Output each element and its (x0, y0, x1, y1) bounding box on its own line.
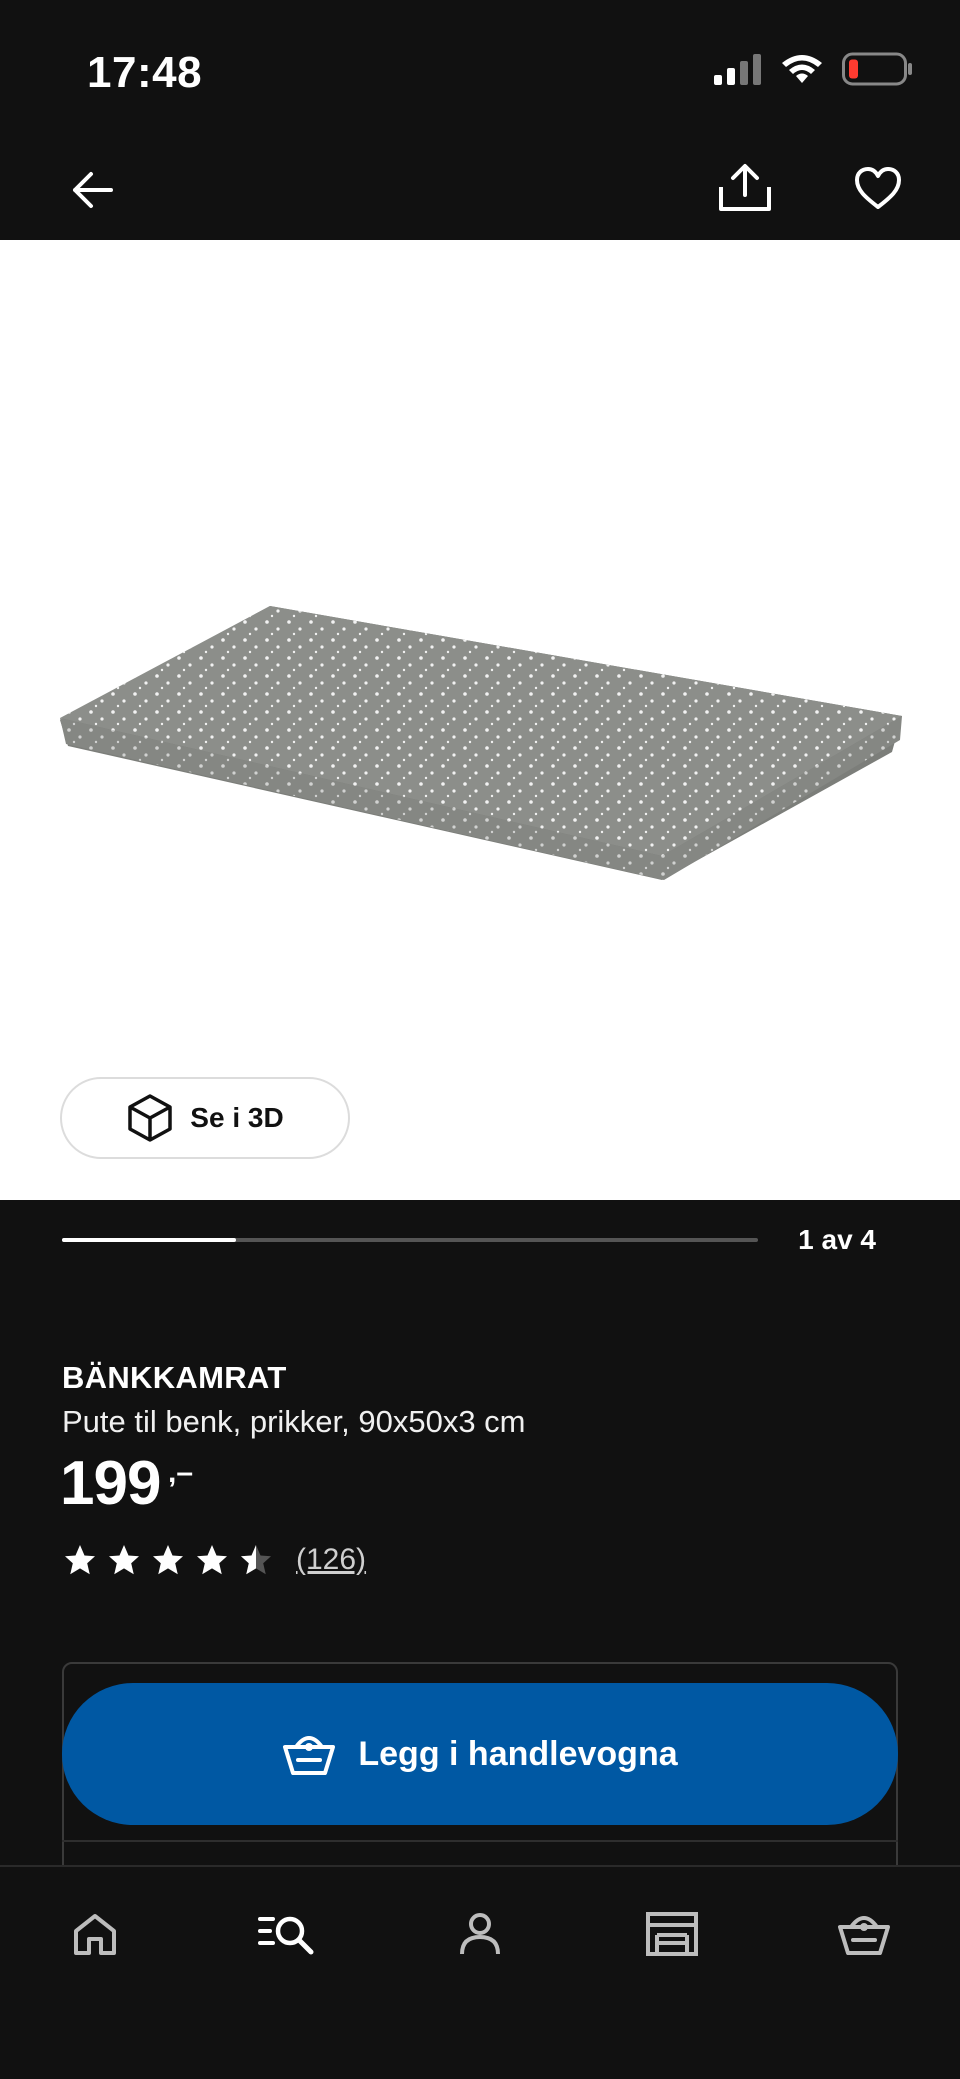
status-icons (714, 52, 912, 86)
review-count-link[interactable]: (126) (296, 1543, 366, 1577)
product-image-area[interactable] (0, 240, 960, 1200)
product-description: Pute til benk, prikker, 90x50x3 cm (62, 1404, 526, 1439)
arrow-left-icon (73, 172, 113, 208)
rating[interactable]: (126) (62, 1542, 366, 1578)
product-name: BÄNKKAMRAT (62, 1360, 287, 1395)
nav-bar (0, 140, 960, 240)
star-icon (65, 1545, 95, 1575)
favorite-button[interactable] (843, 153, 913, 223)
tab-home[interactable] (60, 1899, 130, 1969)
price-suffix: ,– (168, 1456, 194, 1489)
add-to-cart-label: Legg i handlevogna (358, 1734, 678, 1773)
purchase-box-divider (62, 1840, 898, 1842)
status-time: 17:48 (87, 48, 203, 97)
battery-low-icon (842, 52, 912, 86)
half-star-icon (241, 1545, 271, 1575)
cellular-signal-icon (714, 54, 761, 85)
basket-icon (838, 1916, 890, 1955)
tab-store[interactable] (637, 1899, 707, 1969)
star-icon (153, 1545, 183, 1575)
search-list-icon (258, 1916, 314, 1955)
bottom-tab-bar (0, 1865, 960, 2079)
star-icon (197, 1545, 227, 1575)
heart-icon (855, 167, 901, 209)
back-button[interactable] (57, 155, 127, 225)
view-in-3d-button[interactable]: Se i 3D (60, 1077, 350, 1159)
gallery-progress (62, 1238, 758, 1242)
store-icon (646, 1912, 698, 1956)
share-button[interactable] (710, 153, 780, 223)
wifi-icon (782, 55, 822, 83)
add-to-cart-button[interactable]: Legg i handlevogna (62, 1683, 898, 1825)
home-icon (74, 1914, 116, 1955)
cube-icon (128, 1094, 173, 1142)
tab-profile[interactable] (445, 1899, 515, 1969)
gallery-progress-fill (62, 1238, 236, 1242)
view-in-3d-label: Se i 3D (190, 1102, 284, 1133)
star-icon (109, 1545, 139, 1575)
product-image (60, 606, 902, 880)
tab-search[interactable] (252, 1899, 322, 1969)
basket-icon (283, 1736, 336, 1775)
share-icon (719, 164, 771, 211)
gallery-counter: 1 av 4 (798, 1224, 876, 1255)
product-price: 199 (60, 1449, 161, 1518)
status-bar: 17:48 (0, 0, 960, 140)
tab-cart[interactable] (829, 1899, 899, 1969)
person-icon (460, 1913, 500, 1955)
